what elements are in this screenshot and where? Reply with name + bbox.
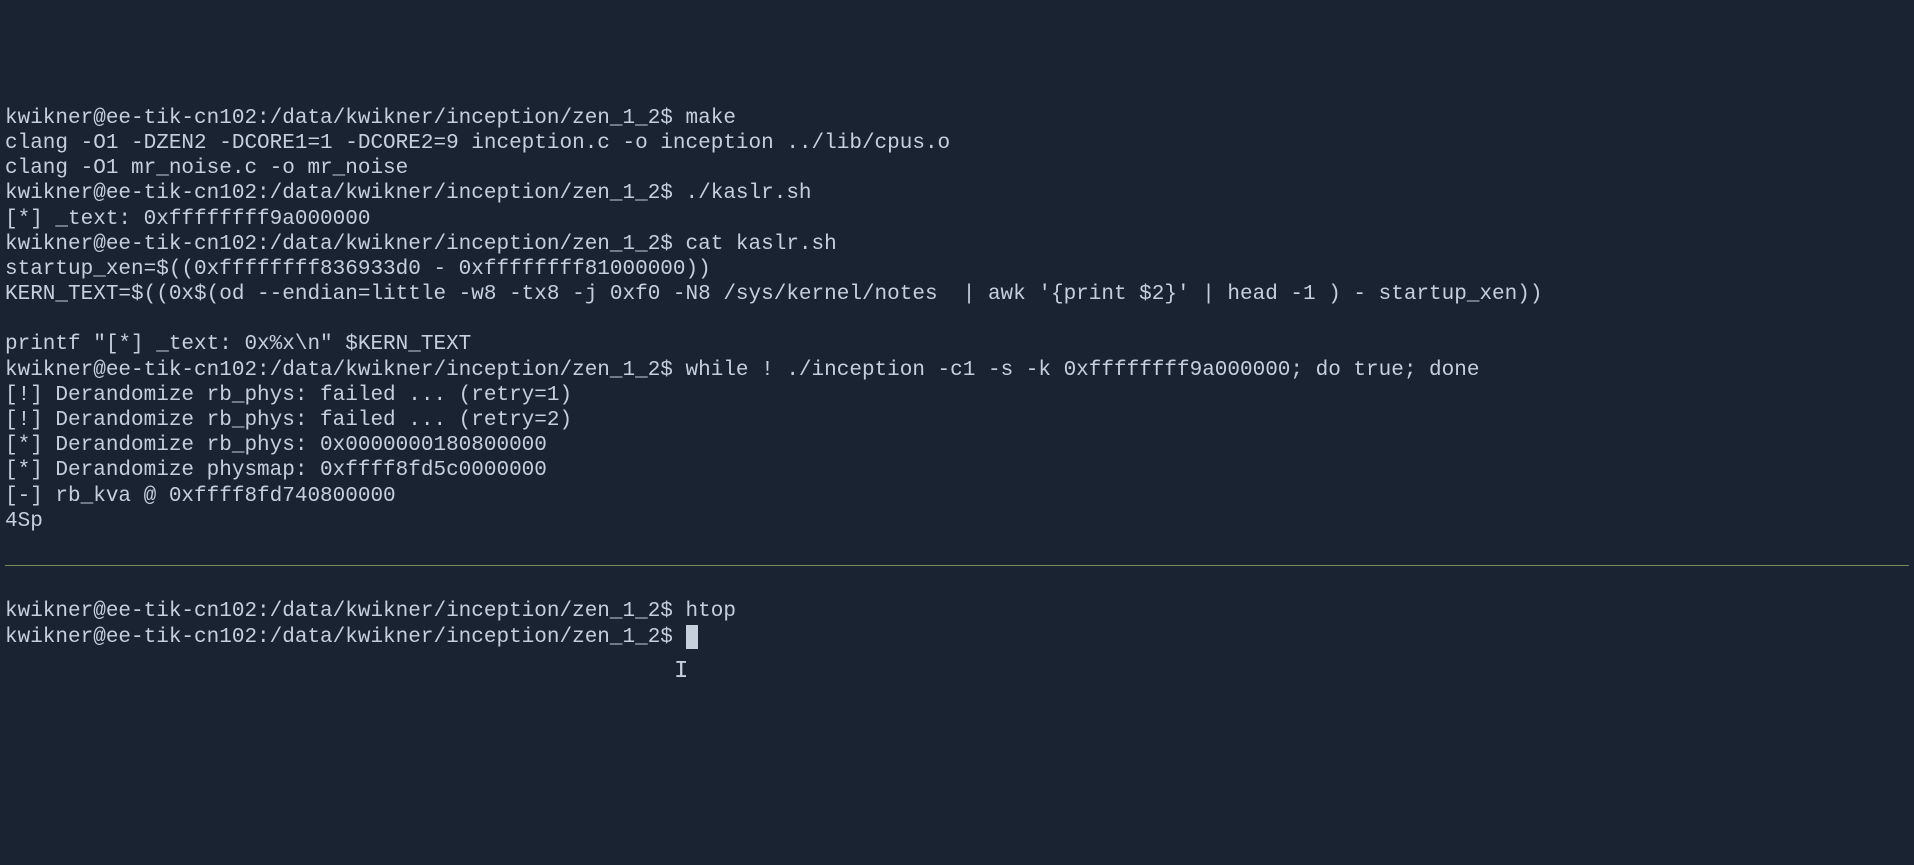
pane-divider[interactable]	[5, 565, 1909, 566]
terminal-line: KERN_TEXT=$((0x$(od --endian=little -w8 …	[5, 282, 1909, 307]
terminal-prompt: kwikner@ee-tik-cn102:/data/kwikner/incep…	[5, 233, 686, 256]
terminal-line: [*] _text: 0xffffffff9a000000	[5, 207, 1909, 232]
terminal-pane-bottom[interactable]: kwikner@ee-tik-cn102:/data/kwikner/incep…	[5, 599, 1909, 649]
terminal-line: kwikner@ee-tik-cn102:/data/kwikner/incep…	[5, 358, 1909, 383]
terminal-line: kwikner@ee-tik-cn102:/data/kwikner/incep…	[5, 181, 1909, 206]
terminal-command: htop	[686, 600, 736, 623]
terminal-prompt: kwikner@ee-tik-cn102:/data/kwikner/incep…	[5, 182, 686, 205]
terminal-line: kwikner@ee-tik-cn102:/data/kwikner/incep…	[5, 625, 1909, 650]
terminal-line: [!] Derandomize rb_phys: failed ... (ret…	[5, 408, 1909, 433]
terminal-line: 4Sp	[5, 509, 1909, 534]
terminal-line: kwikner@ee-tik-cn102:/data/kwikner/incep…	[5, 106, 1909, 131]
terminal-prompt: kwikner@ee-tik-cn102:/data/kwikner/incep…	[5, 626, 686, 649]
terminal-line: [*] Derandomize physmap: 0xffff8fd5c0000…	[5, 458, 1909, 483]
terminal-command: cat kaslr.sh	[686, 233, 837, 256]
terminal-line: kwikner@ee-tik-cn102:/data/kwikner/incep…	[5, 599, 1909, 624]
terminal-prompt: kwikner@ee-tik-cn102:/data/kwikner/incep…	[5, 600, 686, 623]
terminal-line: startup_xen=$((0xffffffff836933d0 - 0xff…	[5, 257, 1909, 282]
terminal-line	[5, 307, 1909, 332]
terminal-line: [*] Derandomize rb_phys: 0x0000000180800…	[5, 433, 1909, 458]
terminal-line: kwikner@ee-tik-cn102:/data/kwikner/incep…	[5, 232, 1909, 257]
terminal-command: while ! ./inception -c1 -s -k 0xffffffff…	[686, 359, 1480, 382]
terminal-line: clang -O1 -DZEN2 -DCORE1=1 -DCORE2=9 inc…	[5, 131, 1909, 156]
terminal-pane-top[interactable]: kwikner@ee-tik-cn102:/data/kwikner/incep…	[5, 106, 1909, 534]
terminal-command: make	[686, 107, 736, 130]
terminal-prompt: kwikner@ee-tik-cn102:/data/kwikner/incep…	[5, 359, 686, 382]
terminal-line: printf "[*] _text: 0x%x\n" $KERN_TEXT	[5, 332, 1909, 357]
terminal-line: [-] rb_kva @ 0xffff8fd740800000	[5, 484, 1909, 509]
terminal-prompt: kwikner@ee-tik-cn102:/data/kwikner/incep…	[5, 107, 686, 130]
terminal-line: clang -O1 mr_noise.c -o mr_noise	[5, 156, 1909, 181]
text-cursor-icon: I	[674, 658, 688, 687]
terminal-cursor	[686, 625, 698, 649]
terminal-line: [!] Derandomize rb_phys: failed ... (ret…	[5, 383, 1909, 408]
terminal-command: ./kaslr.sh	[686, 182, 812, 205]
